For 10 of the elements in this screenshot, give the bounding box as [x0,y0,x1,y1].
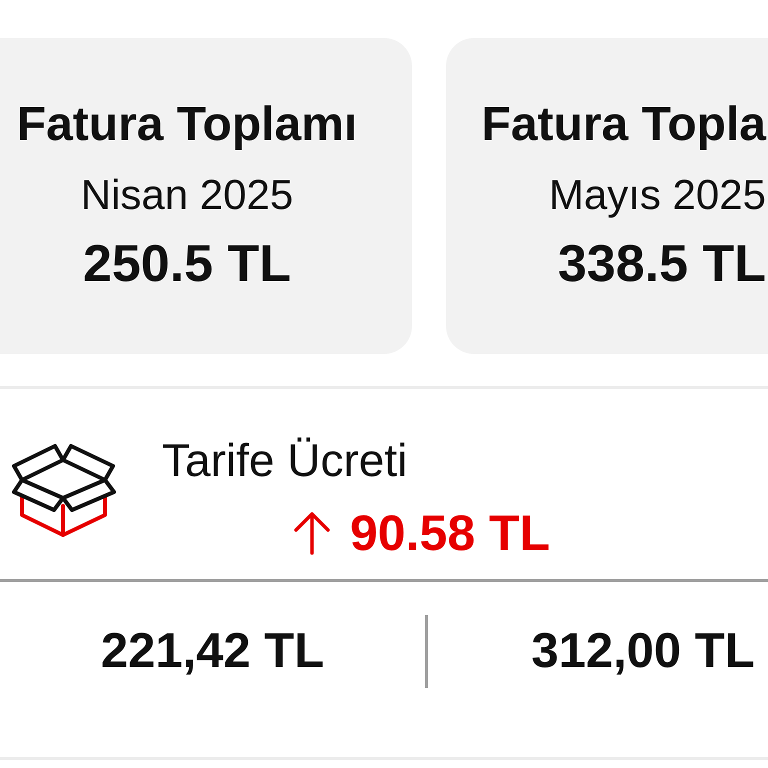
amount-value: 221,42 TL [100,623,324,680]
card-total: 338.5 TL [558,234,766,295]
charge-label: Tarife Ücreti [162,433,408,488]
amount-value: 312,00 TL [531,623,755,680]
card-period: Mayıs 2025 [548,170,766,220]
card-total: 250.5 TL [82,234,292,295]
card-period: Nisan 2025 [80,170,294,220]
charge-difference: 90.58 TL [350,504,550,563]
card-title: Fatura Topla [482,97,766,153]
card-title: Fatura Toplamı [16,97,358,153]
